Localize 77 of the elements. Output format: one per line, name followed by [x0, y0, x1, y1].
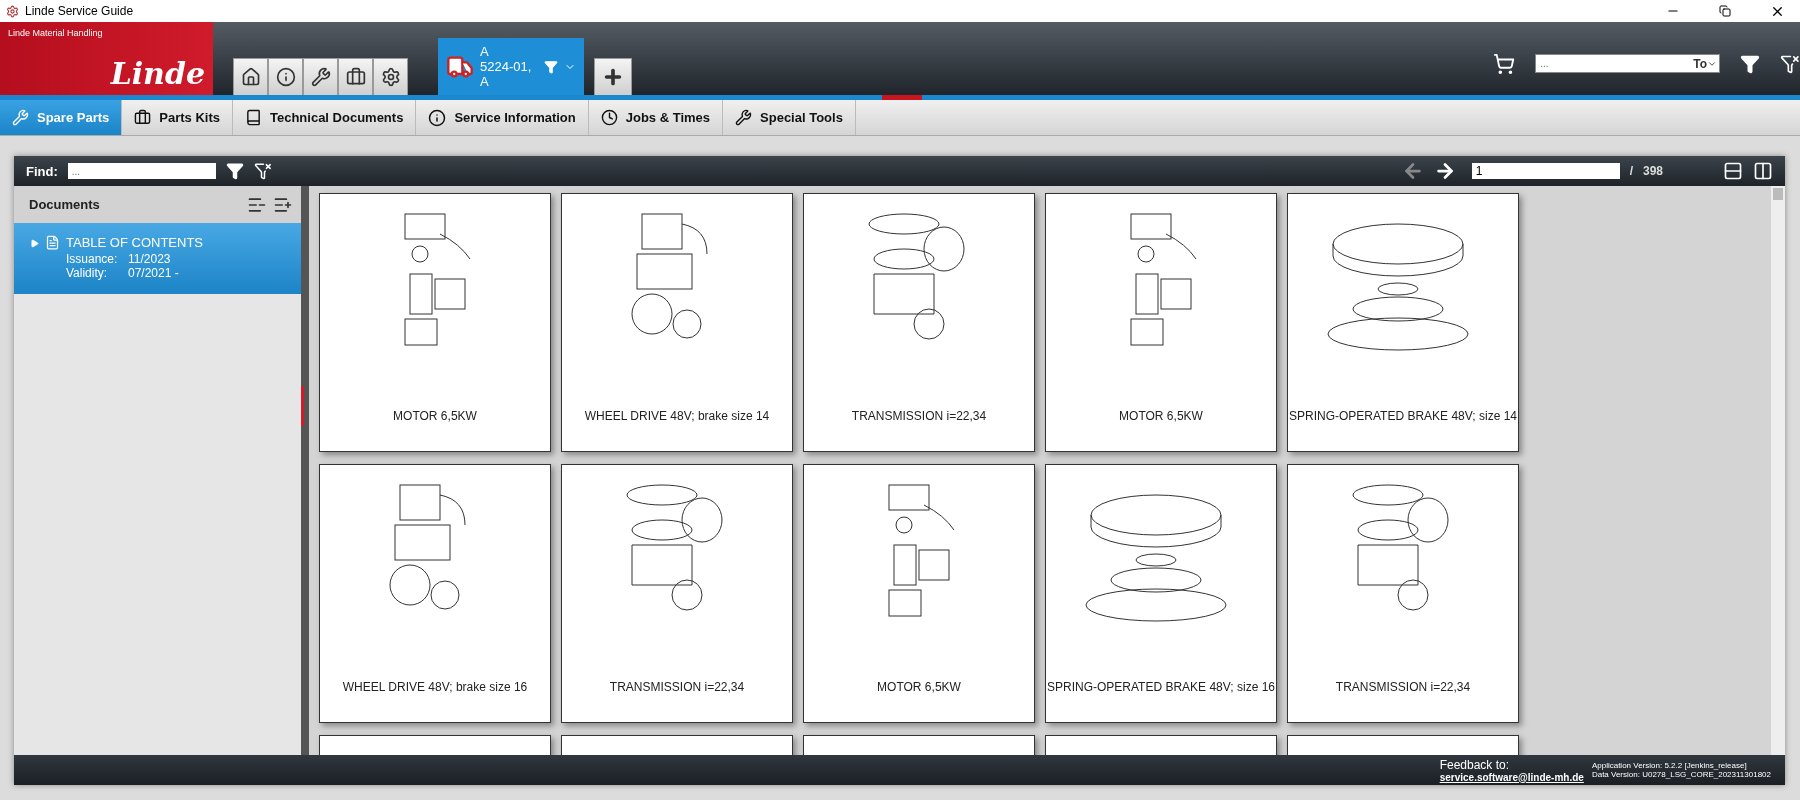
page-separator: / — [1629, 164, 1633, 178]
tree-item-title: TABLE OF CONTENTS — [66, 235, 203, 250]
app-icon — [6, 4, 19, 18]
document-card[interactable]: WHEEL DRIVE 48V; brake size 14 — [561, 193, 793, 452]
tab[interactable]: Parts Kits — [122, 100, 233, 135]
scrollbar[interactable] — [1771, 186, 1785, 755]
document-card[interactable]: SPRING-OPERATED BRAKE 48V; size 16 — [1045, 464, 1277, 723]
data-version: Data Version: U0278_LSG_CORE_202311301802 — [1591, 770, 1771, 779]
filter-icon[interactable] — [1740, 53, 1760, 74]
plus-icon — [602, 66, 624, 88]
wrench-icon — [735, 109, 753, 126]
window-title: Linde Service Guide — [25, 4, 135, 18]
document-card[interactable]: MOTOR 6,5KW — [803, 464, 1035, 723]
page-total: 398 — [1642, 164, 1663, 178]
document-card[interactable]: TRANSMISSION i=22,34 — [561, 464, 793, 723]
expand-icon[interactable] — [30, 239, 39, 248]
restore-icon[interactable] — [1719, 5, 1731, 17]
card-title: MOTOR 6,5KW — [393, 409, 477, 423]
settings-icon — [380, 67, 401, 87]
info-icon — [275, 67, 296, 87]
card-title: TRANSMISSION i=22,34 — [1335, 680, 1471, 694]
document-icon — [45, 235, 60, 250]
tools-button[interactable] — [303, 58, 338, 95]
clear-filter-button[interactable] — [253, 162, 272, 180]
vehicle-tab[interactable]: A 5224-01, A — [438, 38, 584, 95]
card-title: MOTOR 6,5KW — [877, 680, 961, 694]
logo-wordmark: Linde — [110, 59, 205, 89]
card-title: TRANSMISSION i=22,34 — [609, 680, 745, 694]
document-card[interactable]: SPRING-OPERATED BRAKE 48V; size 14 — [1287, 193, 1519, 452]
document-card[interactable]: TRANSMISSION i=22,34 — [803, 193, 1035, 452]
info-button[interactable] — [268, 58, 303, 95]
find-label: Find: — [26, 163, 58, 179]
card-title: SPRING-OPERATED BRAKE 48V; size 14 — [1288, 409, 1518, 423]
home-icon — [240, 67, 261, 87]
filter-button[interactable] — [225, 162, 244, 180]
feedback-email-link[interactable]: service.software@linde-mh.de — [1439, 771, 1584, 783]
book-icon — [244, 109, 262, 126]
document-card[interactable]: MOTOR 6,5KW — [1045, 193, 1277, 452]
document-card[interactable]: MOTOR 6,5KW — [319, 193, 551, 452]
filter-icon — [544, 59, 558, 74]
wrench-icon — [310, 67, 331, 87]
feedback-label: Feedback to: — [1439, 757, 1511, 772]
tab[interactable]: Special Tools — [723, 100, 856, 135]
info-icon — [428, 108, 447, 127]
card-title: TRANSMISSION i=22,34 — [851, 409, 987, 423]
tab[interactable]: Jobs & Times — [588, 100, 724, 135]
card-title: SPRING-OPERATED BRAKE 48V; size 16 — [1046, 680, 1276, 694]
home-button[interactable] — [233, 58, 268, 95]
page-field[interactable]: 1 — [1471, 163, 1620, 179]
toolbox-icon — [134, 109, 152, 126]
card-title: WHEEL DRIVE 48V; brake size 16 — [342, 680, 528, 694]
document-card[interactable]: TRANSMISSION i=22,34 — [1287, 464, 1519, 723]
logo-tagline: Linde Material Handling — [8, 28, 104, 38]
meta-label: Validity: — [66, 266, 109, 280]
meta-value: 07/2021 - — [128, 266, 180, 280]
clear-filter-icon[interactable] — [1780, 53, 1800, 74]
wrench-icon — [12, 109, 29, 126]
meta-value: 11/2023 — [128, 252, 172, 266]
card-title: WHEEL DRIVE 48V; brake size 14 — [584, 409, 770, 423]
tab[interactable]: Technical Documents — [232, 100, 417, 135]
meta-label: Issuance: — [66, 252, 119, 266]
sidebar-title: Documents — [29, 197, 101, 212]
tab[interactable]: Service Information — [416, 100, 589, 135]
document-card[interactable]: WHEEL DRIVE 48V; brake size 16 — [319, 464, 551, 723]
splitter-marker — [301, 386, 304, 426]
find-field[interactable]: ... — [67, 163, 216, 179]
tree-item[interactable]: TABLE OF CONTENTS Issuance: 11/2023 Validity: 07/2021 - — [14, 223, 301, 294]
toolbox-icon — [345, 67, 366, 87]
card-title: MOTOR 6,5KW — [1119, 409, 1203, 423]
clock-icon — [600, 109, 618, 126]
app-version: Application Version: 5.2.2 [Jenkins_release] — [1591, 761, 1748, 770]
list-view-button[interactable] — [1723, 161, 1743, 181]
settings-button[interactable] — [373, 58, 408, 95]
detail-view-button[interactable] — [1753, 161, 1773, 181]
add-button[interactable] — [594, 58, 632, 95]
toolbox-button[interactable] — [338, 58, 373, 95]
cart-icon[interactable] — [1493, 52, 1516, 75]
